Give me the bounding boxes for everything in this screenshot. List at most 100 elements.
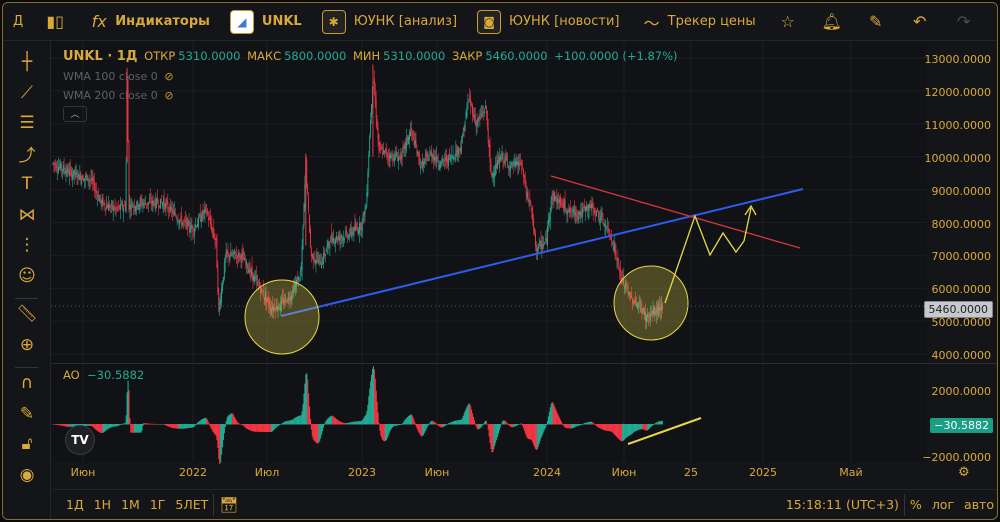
candle-body xyxy=(510,163,512,165)
candle-body xyxy=(78,175,80,180)
price-axis-label: 8000.0000 xyxy=(931,217,992,231)
candle-body xyxy=(595,215,597,217)
candle-body xyxy=(338,234,340,241)
candle-body xyxy=(173,211,175,215)
candle-body xyxy=(456,146,458,153)
candle-body xyxy=(429,152,431,154)
candle-body xyxy=(323,251,325,256)
candle-body xyxy=(454,155,456,157)
candle-body xyxy=(162,202,164,207)
hidden-eye-icon[interactable]: ⊘ xyxy=(164,89,173,102)
price-axis-label: 11000.0000 xyxy=(924,118,991,132)
candle-body xyxy=(235,255,237,257)
candle-body xyxy=(234,249,235,255)
candle-body xyxy=(421,162,422,164)
candle-body xyxy=(350,227,352,234)
clock[interactable]: 15:18:11 (UTC+3) xyxy=(781,497,904,512)
candle-body xyxy=(257,282,259,284)
tradingview-logo[interactable]: TV xyxy=(65,425,95,455)
range-5y[interactable]: 5ЛЕТ xyxy=(170,497,213,512)
candle-body xyxy=(435,154,437,163)
candle-body xyxy=(347,234,348,238)
candle-body xyxy=(112,206,114,212)
range-1w[interactable]: 1Н xyxy=(89,497,116,512)
candle-body xyxy=(53,163,55,165)
candle-body xyxy=(96,191,97,193)
candle-body xyxy=(343,235,345,239)
candle-body xyxy=(335,235,337,241)
candle-body xyxy=(57,169,59,171)
wma100-label[interactable]: WMA 100 close 0 xyxy=(63,70,158,83)
candle-body xyxy=(239,254,241,256)
auto-toggle[interactable]: авто xyxy=(959,497,997,512)
candle-body xyxy=(431,151,433,158)
ao-pane xyxy=(51,364,927,462)
candle-body xyxy=(77,172,79,177)
candle-body xyxy=(434,156,435,162)
collapse-legend-button[interactable]: ︿ xyxy=(63,106,87,122)
change-value: +100.0000 (+1.87%) xyxy=(554,49,678,63)
candle-body xyxy=(309,228,311,247)
price-axis-label: 10000.0000 xyxy=(924,151,991,165)
candle-body xyxy=(409,132,410,140)
ao-label[interactable]: AO xyxy=(63,368,80,382)
candle-body xyxy=(572,209,574,213)
candle-body xyxy=(172,208,173,214)
candle-body xyxy=(149,197,151,201)
candle-body xyxy=(121,204,122,206)
candle-body xyxy=(242,251,244,256)
candle-body xyxy=(533,218,535,229)
wma200-label[interactable]: WMA 200 close 0 xyxy=(63,89,158,102)
range-1m[interactable]: 1М xyxy=(116,497,145,512)
candle-body xyxy=(314,260,316,264)
candle-body xyxy=(59,166,60,168)
candle-body xyxy=(214,238,216,240)
candle-body xyxy=(357,227,359,232)
candle-body xyxy=(500,156,502,160)
candle-body xyxy=(499,156,501,161)
candle-body xyxy=(491,173,493,177)
candle-body xyxy=(332,236,334,243)
axis-settings-icon[interactable]: ⚙ xyxy=(958,465,970,480)
candle-body xyxy=(97,194,99,200)
candle-body xyxy=(90,178,92,180)
candle-body xyxy=(222,276,224,283)
candle-body xyxy=(255,277,257,279)
candle-body xyxy=(124,205,126,210)
goto-date-icon[interactable]: 📅︎ xyxy=(214,496,243,514)
candle-body xyxy=(497,159,498,169)
candle-body xyxy=(304,184,306,208)
range-1y[interactable]: 1Г xyxy=(145,497,171,512)
candle-body xyxy=(157,197,159,204)
candle-body xyxy=(546,238,548,243)
candle-body xyxy=(318,258,320,264)
candle-body xyxy=(353,227,355,236)
candle-body xyxy=(580,212,582,218)
candle-body xyxy=(489,144,491,164)
candle-body xyxy=(131,203,133,207)
legend-title[interactable]: UNKL · 1Д xyxy=(63,49,137,64)
candle-body xyxy=(455,150,457,160)
candle-body xyxy=(424,157,426,161)
candle-body xyxy=(414,141,416,145)
candle-body xyxy=(359,223,360,234)
candle-body xyxy=(166,199,168,204)
candle-body xyxy=(95,190,97,192)
candle-body xyxy=(522,167,523,168)
candle-body xyxy=(397,160,398,161)
candle-body xyxy=(368,155,370,173)
symbol-legend: UNKL · 1Д ОТКР 5310.0000 МАКС 5800.0000 МИ… xyxy=(63,49,681,122)
range-1d[interactable]: 1Д xyxy=(61,497,89,512)
hidden-eye-icon[interactable]: ⊘ xyxy=(164,70,173,83)
candle-body xyxy=(103,202,105,204)
candle-body xyxy=(119,205,121,210)
candle-body xyxy=(496,162,498,169)
candle-body xyxy=(569,207,571,211)
candle-body xyxy=(355,226,357,229)
candle-body xyxy=(210,223,212,230)
candle-body xyxy=(118,205,120,207)
candle-body xyxy=(192,226,194,232)
percent-toggle[interactable]: % xyxy=(905,497,927,512)
log-toggle[interactable]: лог xyxy=(927,497,959,512)
candle-body xyxy=(543,243,545,246)
